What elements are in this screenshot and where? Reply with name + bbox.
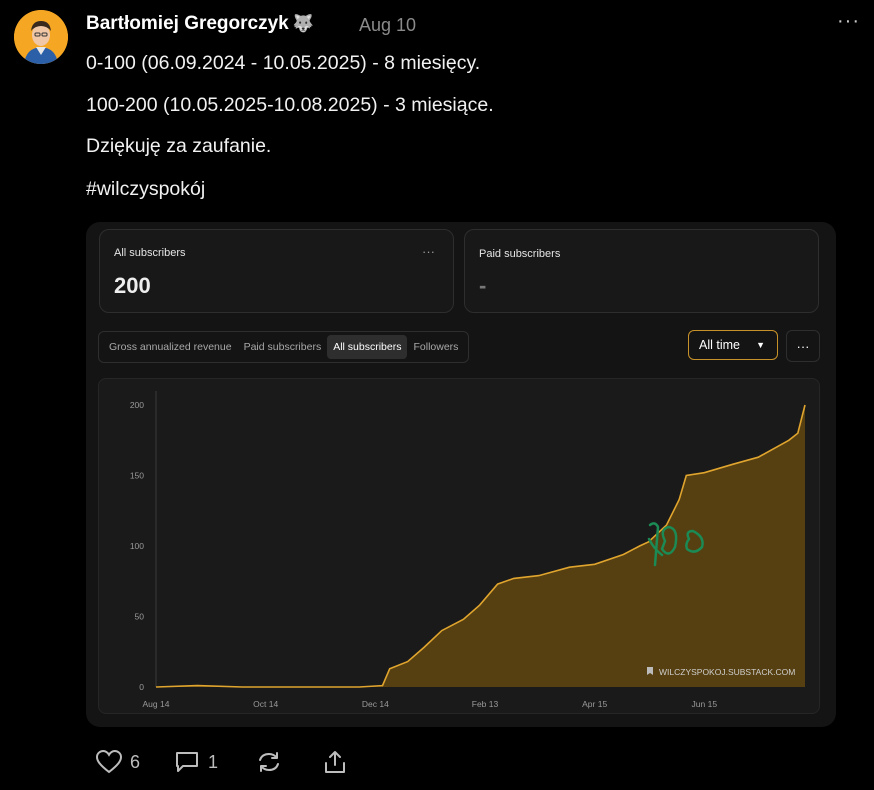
like-button[interactable]: 6 <box>96 750 140 774</box>
post-line-1: 0-100 (06.09.2024 - 10.05.2025) - 8 mies… <box>86 52 481 74</box>
tab-gross-revenue: Gross annualized revenue <box>109 341 232 353</box>
y-tick-label: 200 <box>130 400 144 410</box>
x-tick-label: Dec 14 <box>362 699 389 709</box>
y-tick-label: 50 <box>135 612 145 622</box>
share-icon <box>325 751 345 773</box>
restack-button[interactable] <box>256 750 282 774</box>
y-tick-label: 0 <box>139 682 144 692</box>
author-name-text[interactable]: Bartłomiej Gregorczyk <box>86 13 289 35</box>
y-tick-label: 150 <box>130 471 144 481</box>
share-button[interactable] <box>322 750 348 774</box>
all-subscribers-stat: All subscribers 200 ··· <box>99 229 454 313</box>
tab-all-subscribers: All subscribers <box>327 335 408 359</box>
paid-subscribers-stat: Paid subscribers - <box>464 229 819 313</box>
time-range-select: All time ▼ <box>688 330 778 360</box>
like-count: 6 <box>130 751 141 772</box>
wolf-icon: 🐺 <box>292 14 314 33</box>
author-avatar[interactable] <box>14 10 68 64</box>
heart-icon <box>96 750 122 774</box>
chart-container: 0 50 100 150 200 Aug 14 Oct 14 Dec 14 Feb 13 Apr… <box>98 378 820 714</box>
x-tick-label: Jun 15 <box>692 699 718 709</box>
x-tick-label: Feb 13 <box>472 699 499 709</box>
subscribers-area <box>156 405 805 687</box>
watermark: WILCZYSPOKOJ.SUBSTACK.COM <box>647 667 795 677</box>
author-name[interactable]: Bartłomiej Gregorczyk 🐺 <box>86 13 314 35</box>
stat-menu-icon: ··· <box>422 244 435 259</box>
post-actions: 6 1 <box>96 750 396 780</box>
chart-more-button: ··· <box>786 330 820 362</box>
paid-subscribers-label: Paid subscribers <box>479 248 561 260</box>
metric-tabs: Gross annualized revenue Paid subscriber… <box>98 331 470 363</box>
tab-paid-subscribers: Paid subscribers <box>243 341 322 353</box>
all-subscribers-value: 200 <box>114 273 151 298</box>
comment-button[interactable]: 1 <box>174 750 218 774</box>
comment-icon <box>176 752 198 772</box>
time-range-value: All time <box>699 338 740 352</box>
restack-icon <box>259 752 279 772</box>
x-tick-label: Aug 14 <box>143 699 170 709</box>
subscribers-chart: 0 50 100 150 200 Aug 14 Oct 14 Dec 14 Feb 13 Apr… <box>130 391 806 709</box>
x-tick-label: Oct 14 <box>253 699 278 709</box>
post-line-3: Dziękuję za zaufanie. <box>86 135 272 157</box>
post-more-button[interactable]: ··· <box>837 10 860 33</box>
watermark-text: WILCZYSPOKOJ.SUBSTACK.COM <box>659 667 795 677</box>
y-tick-label: 100 <box>130 541 144 551</box>
paid-subscribers-value: - <box>479 273 487 298</box>
tab-followers: Followers <box>413 341 459 353</box>
post-line-2: 100-200 (10.05.2025-10.08.2025) - 3 mies… <box>86 94 494 116</box>
comment-count: 1 <box>208 751 219 772</box>
post-date[interactable]: Aug 10 <box>359 15 416 36</box>
all-subscribers-label: All subscribers <box>114 247 186 259</box>
x-tick-label: Apr 15 <box>582 699 607 709</box>
post-hashtag[interactable]: #wilczyspokój <box>86 178 205 201</box>
chevron-down-icon: ▼ <box>756 340 765 350</box>
